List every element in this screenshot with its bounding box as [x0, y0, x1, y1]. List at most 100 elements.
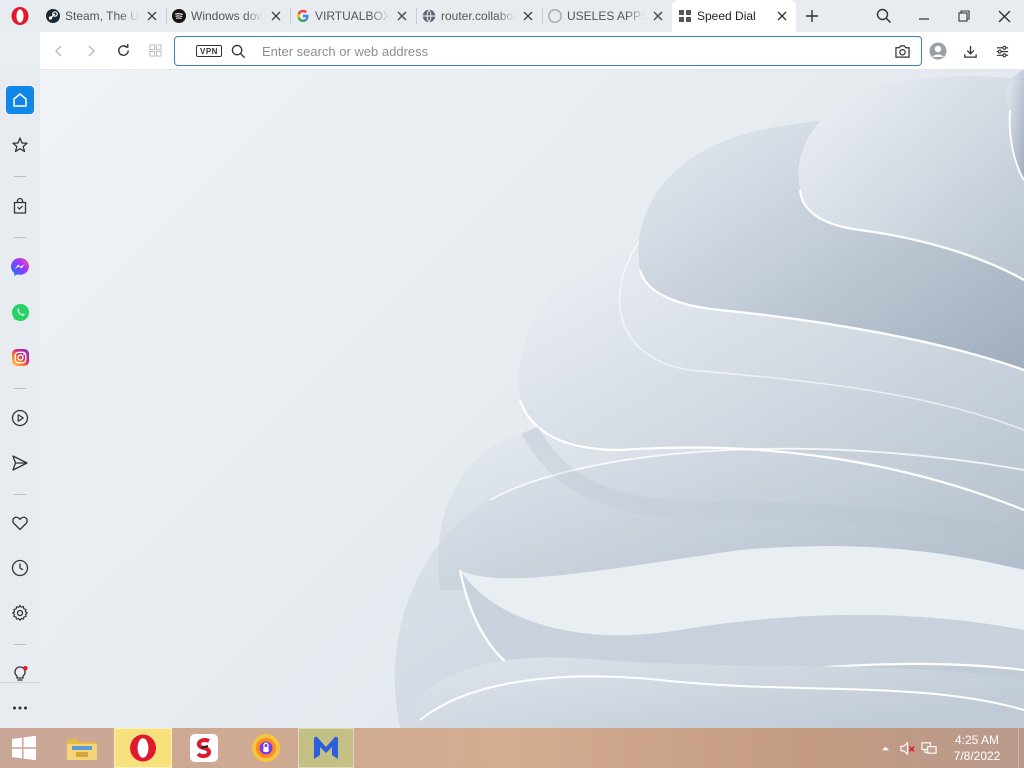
file-explorer-icon	[67, 739, 97, 760]
close-tab-icon[interactable]	[650, 8, 666, 24]
restore-icon	[958, 10, 970, 22]
speed-dial-icon	[678, 9, 692, 23]
tab-speed-dial[interactable]: Speed Dial	[672, 0, 796, 32]
new-tab-button[interactable]	[796, 0, 828, 32]
tray-network[interactable]	[918, 728, 940, 768]
volume-muted-icon	[899, 741, 915, 755]
tab-steam[interactable]: Steam, The Ultimate Online Game Platform	[40, 0, 166, 32]
tab-bar: Steam, The Ultimate Online Game Platform…	[0, 0, 1024, 32]
taskbar-malwarebytes[interactable]	[298, 728, 354, 768]
sidebar-item-whatsapp[interactable]	[6, 298, 34, 326]
avatar-icon	[929, 42, 947, 60]
sidebar-item-instagram[interactable]	[6, 343, 34, 371]
tab-search-button[interactable]	[864, 0, 904, 32]
camera-icon[interactable]	[893, 43, 911, 59]
tab-title: router.collabora	[441, 9, 515, 23]
taskbar-vpn-shield[interactable]	[236, 728, 296, 768]
network-icon	[920, 741, 937, 754]
heart-icon	[12, 516, 28, 531]
messenger-icon	[11, 258, 29, 276]
whatsapp-icon	[11, 303, 29, 321]
plus-icon	[806, 10, 818, 22]
tab-title: Speed Dial	[697, 9, 756, 23]
wallpaper-petals	[394, 70, 1024, 728]
instagram-icon	[11, 348, 29, 366]
history-clock-icon	[11, 559, 29, 577]
tab-router[interactable]: router.collabora	[416, 0, 542, 32]
system-clock[interactable]: 4:25 AM 7/8/2022	[948, 732, 1006, 764]
minimize-icon	[919, 18, 929, 20]
sidebar-item-home[interactable]	[6, 86, 34, 114]
tab-useles-apps[interactable]: USELES APPS	[542, 0, 672, 32]
easy-setup-button[interactable]	[986, 36, 1018, 66]
sidebar-item-player[interactable]	[6, 404, 34, 432]
clock-time: 4:25 AM	[954, 733, 1000, 747]
tab-title: VIRTUALBOX	[315, 9, 389, 23]
speed-dial-button[interactable]	[139, 35, 171, 67]
google-icon	[296, 9, 310, 23]
sidebar-item-bookmarks[interactable]	[6, 509, 34, 537]
reload-icon	[117, 43, 129, 56]
easy-setup-icon	[996, 45, 1008, 57]
globe-icon	[422, 9, 436, 23]
sidebar	[0, 70, 40, 728]
speed-dial-background	[40, 70, 1024, 728]
close-icon	[998, 10, 1010, 22]
reload-button[interactable]	[107, 35, 139, 67]
steam-icon	[46, 9, 60, 23]
close-tab-icon[interactable]	[144, 8, 160, 24]
back-button[interactable]	[43, 35, 75, 67]
clock-date: 7/8/2022	[953, 749, 1001, 763]
show-desktop-button[interactable]	[1018, 728, 1024, 768]
close-tab-icon[interactable]	[394, 8, 410, 24]
restore-button[interactable]	[944, 0, 984, 32]
tab-title: USELES APPS	[567, 9, 645, 23]
forward-button[interactable]	[75, 35, 107, 67]
profile-button[interactable]	[922, 36, 954, 66]
sidebar-item-history[interactable]	[6, 554, 34, 582]
lightbulb-icon	[14, 666, 28, 681]
search-icon	[231, 43, 247, 59]
search-icon	[876, 8, 892, 24]
tab-virtualbox[interactable]: VIRTUALBOX	[290, 0, 416, 32]
taskbar-app-s[interactable]	[174, 728, 234, 768]
start-button[interactable]	[0, 728, 48, 768]
close-window-button[interactable]	[984, 0, 1024, 32]
tab-windows-download[interactable]: Windows download	[166, 0, 290, 32]
vpn-badge[interactable]: VPN	[196, 45, 222, 57]
minimize-button[interactable]	[904, 0, 944, 32]
windows-taskbar: 4:25 AM 7/8/2022	[0, 728, 1024, 768]
opera-icon	[130, 734, 156, 762]
navigation-toolbar: VPN	[40, 32, 1024, 70]
pinboard-icon	[12, 137, 28, 153]
tab-title: Windows download	[191, 9, 263, 23]
back-arrow-icon	[55, 45, 62, 56]
taskbar-opera[interactable]	[114, 728, 172, 768]
opera-menu-icon[interactable]	[0, 0, 40, 32]
sidebar-item-pinboard[interactable]	[6, 131, 34, 159]
sidebar-more-button[interactable]	[6, 694, 34, 722]
address-bar[interactable]: VPN	[174, 36, 922, 66]
close-tab-icon[interactable]	[520, 8, 536, 24]
sidebar-item-tips[interactable]	[6, 660, 34, 688]
tray-volume[interactable]	[896, 728, 918, 768]
address-input[interactable]	[261, 43, 862, 59]
forward-arrow-icon	[88, 45, 95, 56]
sidebar-item-messenger[interactable]	[6, 253, 34, 281]
downloads-button[interactable]	[954, 36, 986, 66]
home-icon	[13, 93, 27, 107]
malwarebytes-icon	[314, 736, 338, 759]
close-tab-icon[interactable]	[774, 8, 790, 24]
sidebar-item-send[interactable]	[6, 449, 34, 477]
vpn-shield-icon	[252, 734, 280, 762]
tray-overflow-button[interactable]	[874, 728, 896, 768]
player-icon	[11, 409, 29, 427]
close-tab-icon[interactable]	[268, 8, 284, 24]
taskbar-file-explorer[interactable]	[52, 728, 112, 768]
grid-icon	[148, 44, 162, 57]
shopping-icon	[13, 197, 27, 214]
download-icon	[963, 45, 977, 58]
sidebar-item-settings[interactable]	[6, 599, 34, 627]
windows-logo-icon	[12, 735, 36, 761]
sidebar-item-shopping[interactable]	[6, 192, 34, 220]
